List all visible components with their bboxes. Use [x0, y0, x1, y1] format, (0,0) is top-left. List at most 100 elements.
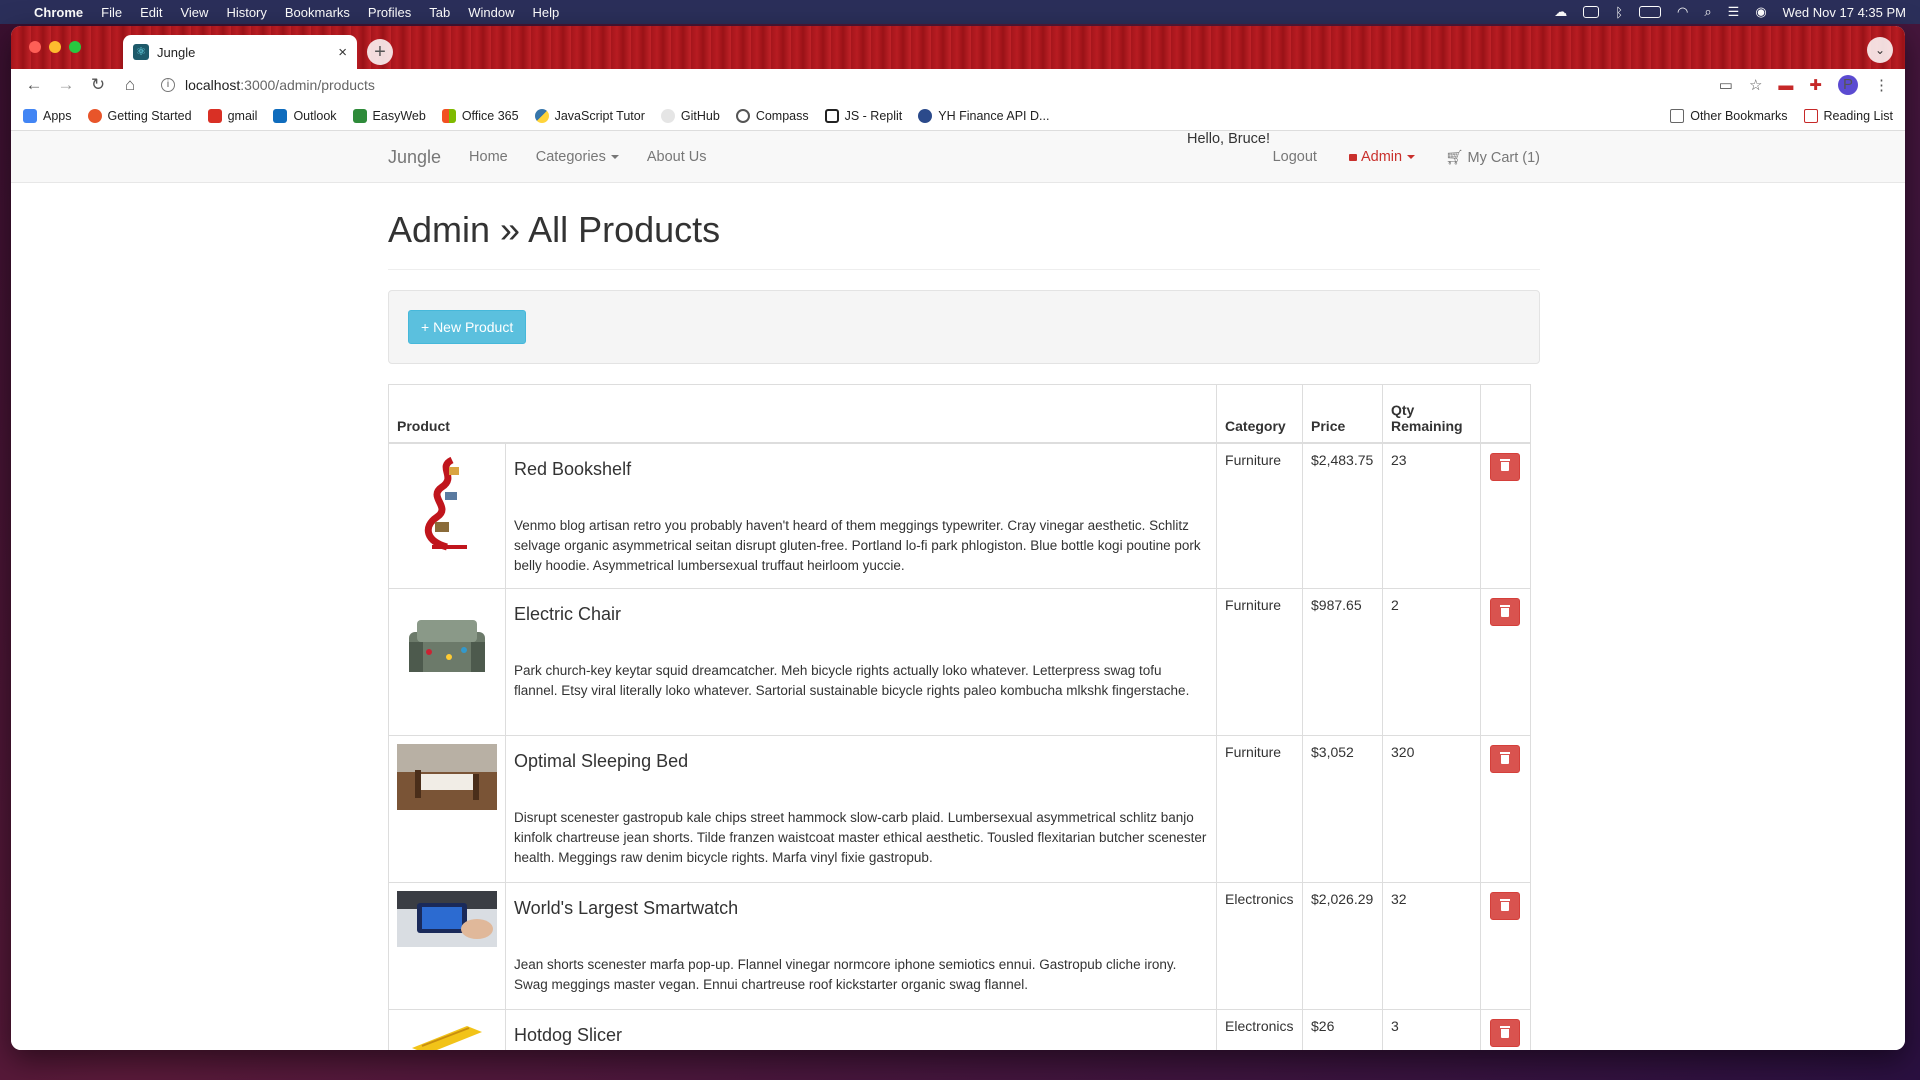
cloud-icon[interactable]: ☁ — [1554, 4, 1567, 20]
bookmark-star-icon[interactable]: ☆ — [1749, 76, 1762, 94]
hotdog-slicer-image — [397, 1018, 497, 1050]
bookmark-github[interactable]: GitHub — [660, 108, 720, 123]
wifi-icon[interactable]: ◠ — [1677, 4, 1688, 20]
bookmark-other[interactable]: Other Bookmarks — [1670, 108, 1788, 123]
address-bar[interactable]: i localhost:3000/admin/products — [161, 77, 1719, 93]
close-tab-icon[interactable]: × — [338, 44, 347, 61]
delete-product-button[interactable] — [1490, 452, 1521, 481]
menu-edit[interactable]: Edit — [140, 5, 162, 20]
spotlight-search-icon[interactable]: ⌕ — [1704, 4, 1711, 20]
menu-help[interactable]: Help — [533, 5, 560, 20]
bookmark-easyweb[interactable]: EasyWeb — [352, 108, 426, 123]
delete-product-button[interactable] — [1490, 745, 1521, 773]
menu-view[interactable]: View — [180, 5, 208, 20]
product-price: $26 — [1302, 1009, 1383, 1050]
siri-icon[interactable]: ◉ — [1755, 4, 1766, 20]
menu-window[interactable]: Window — [468, 5, 514, 20]
bookshelf-thumbnail — [424, 456, 467, 550]
bookmark-label: JavaScript Tutor — [554, 108, 645, 123]
product-qty: 3 — [1382, 1009, 1481, 1050]
menu-app-name[interactable]: Chrome — [34, 5, 83, 20]
reload-icon[interactable]: ↻ — [85, 75, 111, 95]
admin-dropdown[interactable]: Admin — [1348, 149, 1416, 165]
product-info-cell: Electric Chair Park church-key keytar sq… — [504, 588, 1218, 736]
extension-red-icon[interactable]: ▬ — [1778, 77, 1793, 94]
electric-chair-image — [397, 597, 497, 697]
bluetooth-icon[interactable]: ᛒ — [1615, 5, 1623, 20]
bookmark-compass[interactable]: Compass — [735, 108, 809, 123]
extensions-puzzle-icon[interactable]: ✚ — [1809, 76, 1822, 94]
battery-icon[interactable] — [1639, 6, 1662, 18]
bookmark-label: Office 365 — [461, 108, 519, 123]
forward-arrow-icon[interactable]: → — [53, 75, 79, 95]
bookmarks-right: Other Bookmarks Reading List — [1670, 108, 1893, 123]
header-product: Product — [387, 384, 1218, 444]
menu-history[interactable]: History — [226, 5, 266, 20]
product-name[interactable]: Red Bookshelf — [514, 459, 1208, 480]
reader-mode-icon[interactable]: ▭ — [1719, 76, 1733, 94]
smartwatch-image — [397, 891, 497, 951]
nav-categories[interactable]: Categories — [536, 149, 619, 165]
delete-product-button[interactable] — [1490, 598, 1521, 626]
replit-icon — [824, 108, 839, 123]
menu-tab[interactable]: Tab — [429, 5, 450, 20]
navbar-container: Jungle Home Categories About Us Hello, B… — [388, 131, 1540, 183]
caret-down-icon — [610, 155, 619, 160]
minimize-window-button[interactable] — [49, 41, 61, 53]
product-name[interactable]: Electric Chair — [514, 604, 1208, 625]
product-name[interactable]: Hotdog Slicer — [514, 1025, 1208, 1046]
tab-search-chevron-icon[interactable]: ⌄ — [1867, 37, 1893, 63]
delete-product-button[interactable] — [1490, 892, 1521, 920]
display-icon[interactable] — [1583, 6, 1600, 18]
logout-link[interactable]: Logout — [1273, 149, 1317, 165]
bookmark-label: Getting Started — [107, 108, 192, 123]
fullscreen-window-button[interactable] — [69, 41, 81, 53]
bookmark-js-tutor[interactable]: JavaScript Tutor — [534, 108, 645, 123]
product-description: Venmo blog artisan retro you probably ha… — [514, 517, 1201, 573]
product-actions-cell — [1479, 882, 1532, 1010]
bookmark-getting-started[interactable]: Getting Started — [87, 108, 192, 123]
new-tab-button[interactable]: + — [367, 39, 393, 65]
bookmark-replit[interactable]: JS - Replit — [824, 108, 903, 123]
menubar-clock[interactable]: Wed Nov 17 4:35 PM — [1783, 5, 1906, 20]
bookmark-gmail[interactable]: gmail — [207, 108, 257, 123]
product-category: Electronics — [1216, 882, 1304, 1010]
nav-home[interactable]: Home — [469, 149, 508, 165]
reading-list-icon — [1803, 108, 1818, 123]
site-info-icon[interactable]: i — [161, 78, 175, 92]
bed-thumbnail — [397, 744, 497, 810]
toolbar-actions: ▭ ☆ ▬ ✚ P ⋮ — [1719, 75, 1889, 95]
bookmark-label: EasyWeb — [372, 108, 426, 123]
bookmark-label: JS - Replit — [844, 108, 903, 123]
control-center-icon[interactable]: ☰ — [1728, 4, 1740, 20]
reading-list[interactable]: Reading List — [1803, 108, 1893, 123]
delete-product-button[interactable] — [1490, 1019, 1521, 1047]
navbar-brand[interactable]: Jungle — [388, 147, 441, 168]
product-image-cell — [388, 1009, 506, 1050]
new-product-button[interactable]: + New Product — [408, 310, 527, 344]
slicer-thumbnail — [412, 1026, 482, 1050]
menu-profiles[interactable]: Profiles — [368, 5, 411, 20]
profile-avatar[interactable]: P — [1838, 75, 1858, 95]
product-name[interactable]: Optimal Sleeping Bed — [514, 751, 1208, 772]
table-row: World's Largest Smartwatch Jean shorts s… — [388, 882, 1532, 1010]
nav-about[interactable]: About Us — [647, 149, 707, 165]
chrome-menu-icon[interactable]: ⋮ — [1874, 76, 1889, 94]
admin-label: Admin — [1360, 149, 1403, 165]
product-category: Furniture — [1216, 442, 1304, 589]
cart-link[interactable]: 🛒︎ My Cart (1) — [1445, 149, 1540, 166]
back-arrow-icon[interactable]: ← — [21, 75, 47, 95]
bookmark-yh-finance[interactable]: YH Finance API D... — [918, 108, 1049, 123]
menu-bookmarks[interactable]: Bookmarks — [285, 5, 350, 20]
bookmark-apps[interactable]: Apps — [23, 108, 72, 123]
menu-file[interactable]: File — [101, 5, 122, 20]
url-path: :3000/admin/products — [240, 77, 375, 93]
bookmark-outlook[interactable]: Outlook — [273, 108, 337, 123]
browser-tab-active[interactable]: ⚛ Jungle × — [123, 35, 357, 69]
gmail-icon — [207, 108, 222, 123]
product-name[interactable]: World's Largest Smartwatch — [514, 898, 1208, 919]
close-window-button[interactable] — [29, 41, 41, 53]
bookmark-office365[interactable]: Office 365 — [441, 108, 519, 123]
home-icon[interactable]: ⌂ — [117, 75, 143, 95]
product-price: $987.65 — [1302, 588, 1383, 736]
